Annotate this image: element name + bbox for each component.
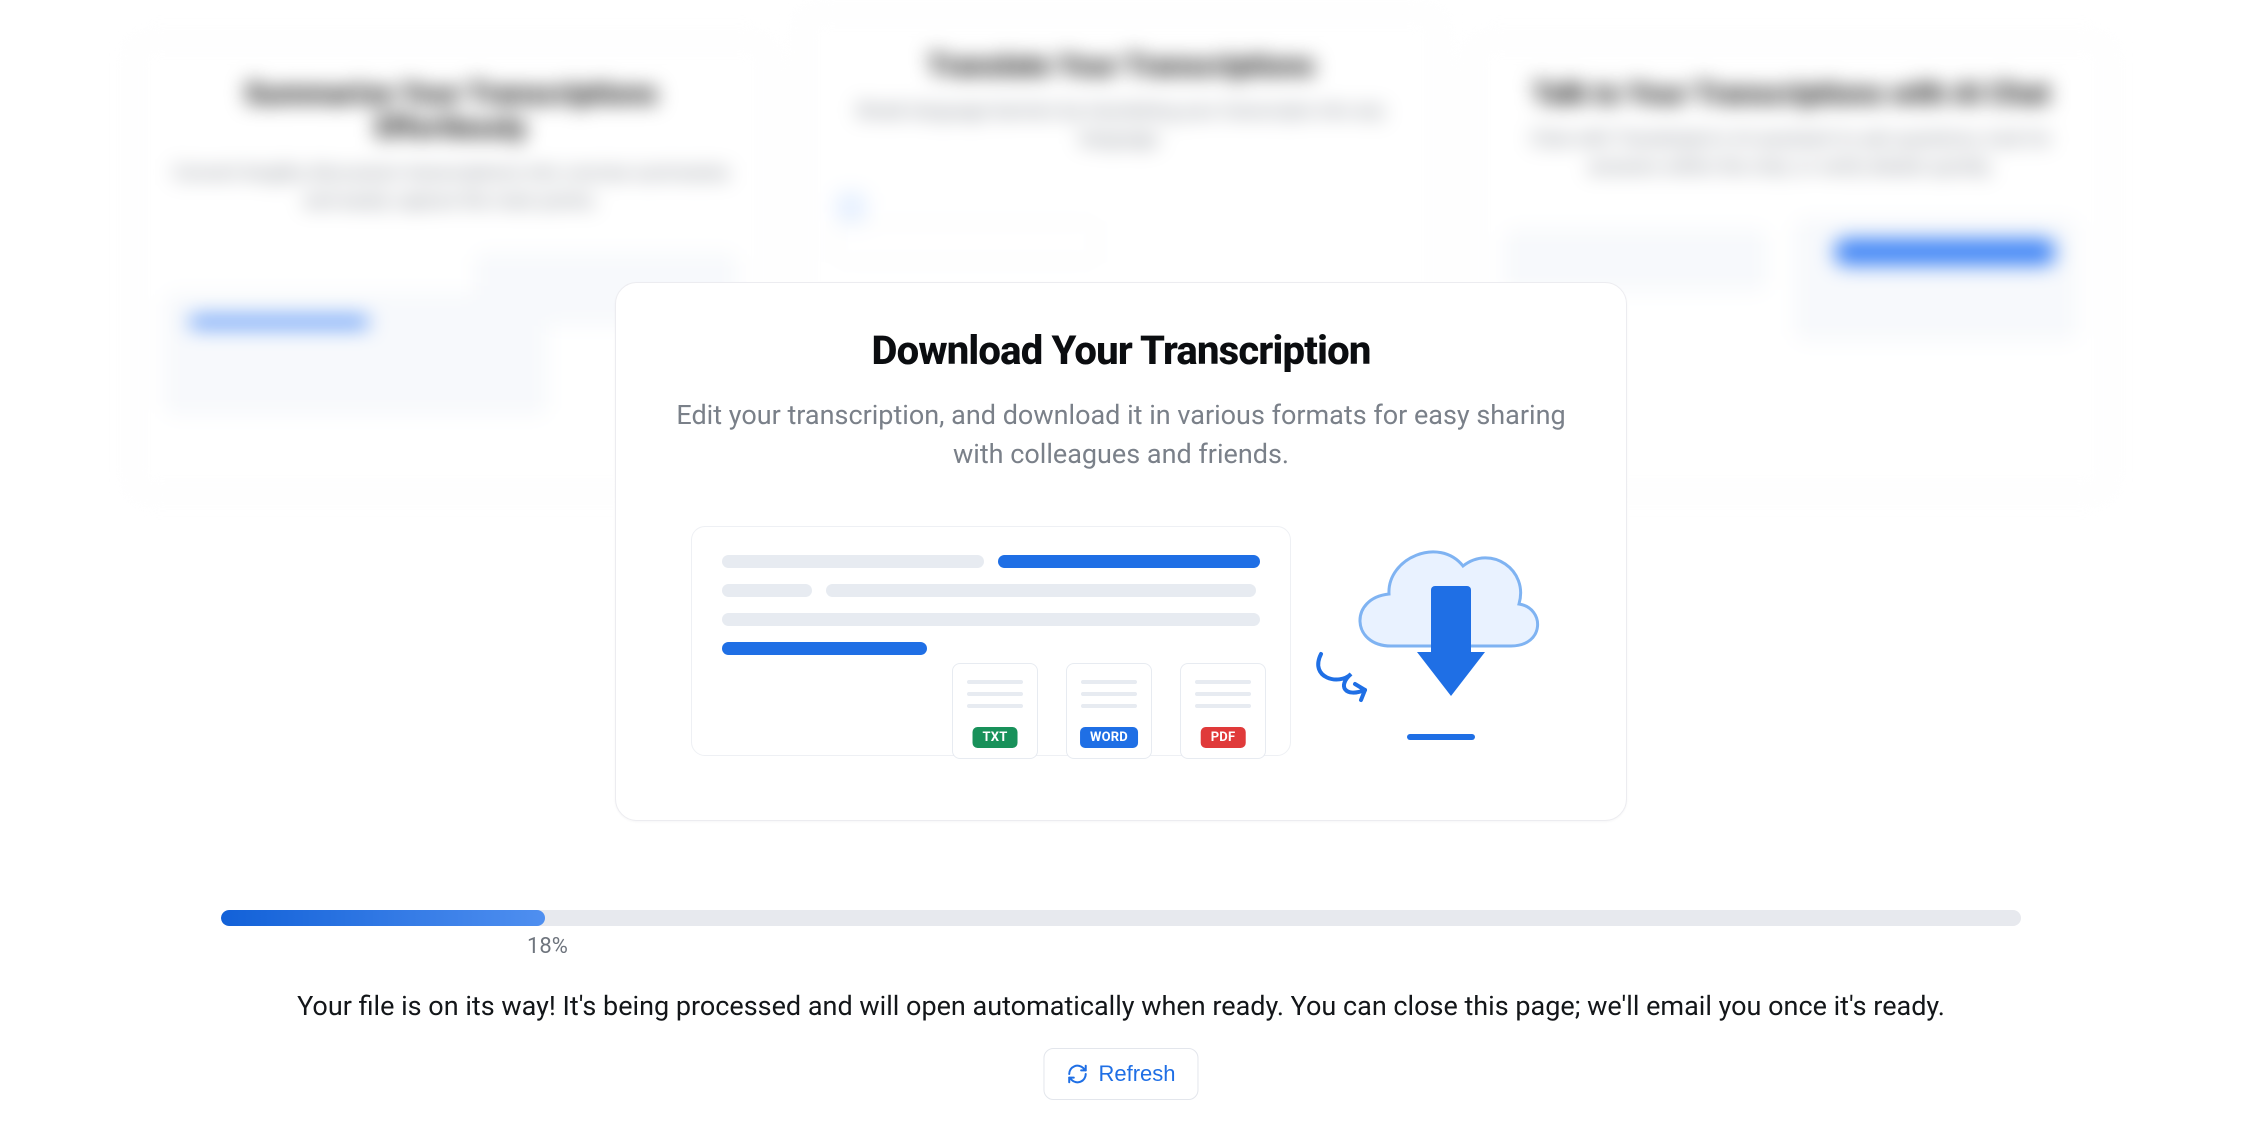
processing-progress: 18% xyxy=(221,910,2021,959)
card-title: Download Your Transcription xyxy=(676,327,1566,374)
bg-card-title: Translate Your Transcriptions xyxy=(836,49,1406,83)
file-format-word-icon: WORD xyxy=(1066,663,1152,759)
file-badge: WORD xyxy=(1080,727,1138,748)
bg-card-title: Summarize Your Transcriptions Effortless… xyxy=(166,77,736,145)
processing-status-message: Your file is on its way! It's being proc… xyxy=(171,990,2071,1022)
progress-bar xyxy=(221,910,2021,926)
download-transcription-card: Download Your Transcription Edit your tr… xyxy=(615,282,1627,821)
bg-card-subtitle: Chat with Transkriptor's AI assistant to… xyxy=(1506,125,2076,180)
progress-percent-label: 18% xyxy=(527,934,568,959)
file-badge: PDF xyxy=(1201,727,1246,748)
cloud-download-icon xyxy=(1331,516,1551,736)
bg-card-subtitle: Convert lengthy discussion transcription… xyxy=(166,159,736,214)
refresh-button[interactable]: Refresh xyxy=(1043,1048,1198,1100)
card-description: Edit your transcription, and download it… xyxy=(676,396,1566,474)
file-format-txt-icon: TXT xyxy=(952,663,1038,759)
bg-card-subtitle: Break language barriers by translating y… xyxy=(836,97,1406,152)
progress-fill xyxy=(221,910,545,926)
download-illustration: TXT WORD PDF xyxy=(691,516,1551,766)
document-preview-icon: TXT WORD PDF xyxy=(691,526,1291,756)
file-format-pdf-icon: PDF xyxy=(1180,663,1266,759)
file-badge: TXT xyxy=(973,727,1018,748)
refresh-button-label: Refresh xyxy=(1098,1061,1175,1087)
bg-card-title: Talk to Your Transcriptions with AI Chat xyxy=(1506,77,2076,111)
refresh-icon xyxy=(1066,1063,1088,1085)
